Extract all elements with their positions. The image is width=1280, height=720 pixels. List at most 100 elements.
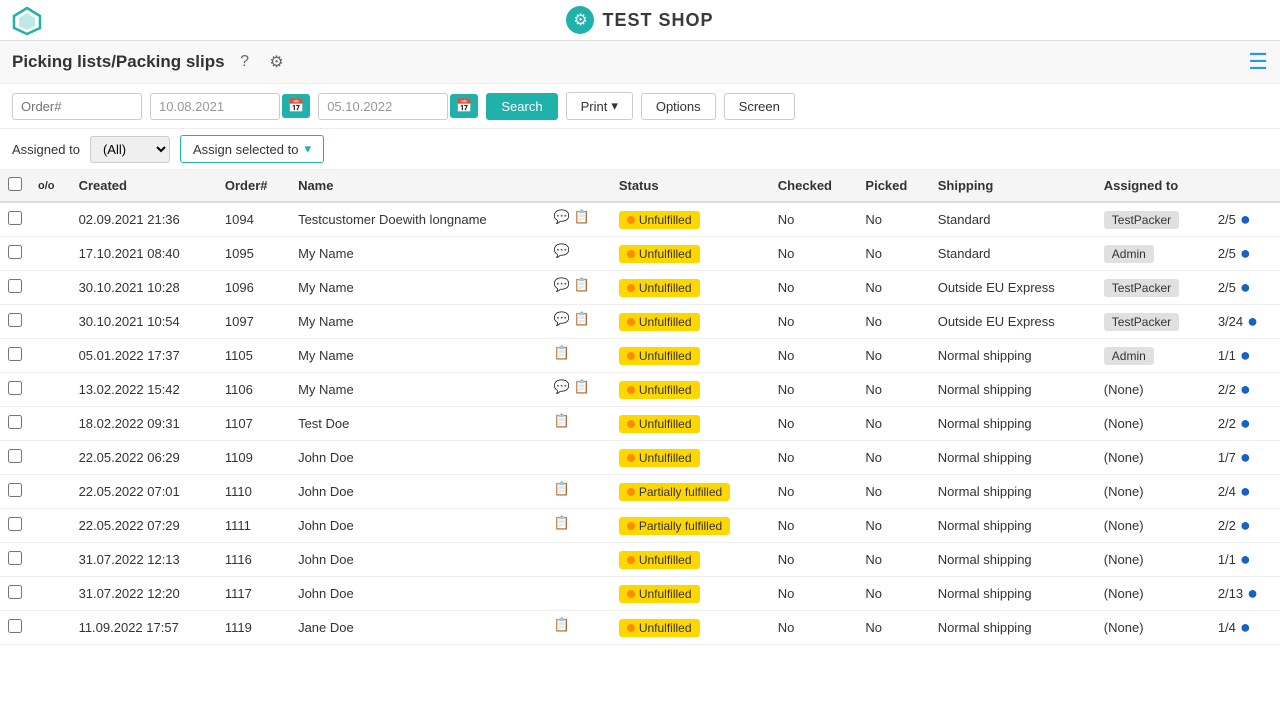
row-checkbox[interactable] <box>8 619 22 633</box>
comment-icon[interactable]: 💬 <box>553 277 569 293</box>
row-assigned-to: TestPacker <box>1096 271 1210 305</box>
options-button[interactable]: Options <box>641 93 716 120</box>
col-shipping[interactable]: Shipping <box>930 170 1096 202</box>
row-order-number[interactable]: 1095 <box>217 237 290 271</box>
row-order-number[interactable]: 1097 <box>217 305 290 339</box>
count-dot-button[interactable]: ● <box>1240 345 1251 366</box>
row-order-number[interactable]: 1106 <box>217 373 290 407</box>
row-shipping: Normal shipping <box>930 339 1096 373</box>
row-count: 2/5● <box>1210 271 1280 305</box>
row-status: Unfulfilled <box>611 407 770 441</box>
comment-icon[interactable]: 💬 <box>553 243 569 259</box>
count-dot-button[interactable]: ● <box>1240 549 1251 570</box>
count-dot-button[interactable]: ● <box>1240 617 1251 638</box>
row-checkbox[interactable] <box>8 313 22 327</box>
row-order-number[interactable]: 1094 <box>217 202 290 237</box>
row-shipping: Normal shipping <box>930 611 1096 645</box>
select-all-checkbox[interactable] <box>8 177 22 191</box>
col-picked[interactable]: Picked <box>857 170 929 202</box>
assigned-to-select[interactable]: (All) <box>90 136 170 163</box>
date-to-calendar-button[interactable]: 📅 <box>450 94 478 118</box>
row-picked: No <box>857 373 929 407</box>
row-order-number[interactable]: 1111 <box>217 509 290 543</box>
count-dot-button[interactable]: ● <box>1240 515 1251 536</box>
count-dot-button[interactable]: ● <box>1247 583 1258 604</box>
row-checkbox[interactable] <box>8 585 22 599</box>
row-order-number[interactable]: 1110 <box>217 475 290 509</box>
search-button[interactable]: Search <box>486 93 557 120</box>
document-icon[interactable]: 📋 <box>553 515 569 531</box>
order-search-input[interactable] <box>12 93 142 120</box>
col-created[interactable]: Created <box>71 170 217 202</box>
document-icon[interactable]: 📋 <box>553 345 569 361</box>
row-order-number[interactable]: 1117 <box>217 577 290 611</box>
table-row: 05.01.2022 17:371105My Name📋UnfulfilledN… <box>0 339 1280 373</box>
status-badge: Unfulfilled <box>619 551 700 569</box>
table-row: 13.02.2022 15:421106My Name💬📋Unfulfilled… <box>0 373 1280 407</box>
page-header-left: Picking lists/Packing slips ? ⚙ <box>12 50 289 74</box>
settings-button[interactable]: ⚙ <box>265 50 289 74</box>
comment-icon[interactable]: 💬 <box>553 379 569 395</box>
screen-button[interactable]: Screen <box>724 93 795 120</box>
row-order-number[interactable]: 1109 <box>217 441 290 475</box>
row-status: Unfulfilled <box>611 339 770 373</box>
row-checkbox-cell <box>0 202 30 237</box>
row-customer-name: My Name <box>290 271 545 305</box>
count-dot-button[interactable]: ● <box>1240 481 1251 502</box>
count-dot-button[interactable]: ● <box>1240 209 1251 230</box>
row-checkbox[interactable] <box>8 449 22 463</box>
row-checkbox-cell <box>0 407 30 441</box>
comment-icon[interactable]: 💬 <box>553 311 569 327</box>
print-button[interactable]: Print ▾ <box>566 92 633 120</box>
document-icon[interactable]: 📋 <box>553 617 569 633</box>
row-order-number[interactable]: 1096 <box>217 271 290 305</box>
row-customer-name: My Name <box>290 373 545 407</box>
row-checkbox[interactable] <box>8 211 22 225</box>
row-checkbox[interactable] <box>8 245 22 259</box>
count-text: 2/5 <box>1218 212 1236 227</box>
row-checkbox[interactable] <box>8 381 22 395</box>
col-order[interactable]: Order# <box>217 170 290 202</box>
document-icon[interactable]: 📋 <box>574 277 590 293</box>
document-icon[interactable]: 📋 <box>574 379 590 395</box>
row-checkbox[interactable] <box>8 415 22 429</box>
row-order-number[interactable]: 1105 <box>217 339 290 373</box>
row-action-icons: 💬📋 <box>545 271 610 299</box>
col-status[interactable]: Status <box>611 170 770 202</box>
row-checkbox[interactable] <box>8 483 22 497</box>
help-button[interactable]: ? <box>233 50 257 74</box>
date-from-calendar-button[interactable]: 📅 <box>282 94 310 118</box>
row-checkbox[interactable] <box>8 517 22 531</box>
document-icon[interactable]: 📋 <box>574 209 590 225</box>
assign-selected-button[interactable]: Assign selected to ▾ <box>180 135 324 163</box>
row-order-number[interactable]: 1119 <box>217 611 290 645</box>
count-dot-button[interactable]: ● <box>1240 413 1251 434</box>
row-order-number[interactable]: 1116 <box>217 543 290 577</box>
document-icon[interactable]: 📋 <box>574 311 590 327</box>
count-dot-button[interactable]: ● <box>1240 447 1251 468</box>
count-dot-button[interactable]: ● <box>1247 311 1258 332</box>
row-action-icons: 💬📋 <box>545 305 610 333</box>
row-checkbox[interactable] <box>8 279 22 293</box>
row-count: 3/24● <box>1210 305 1280 339</box>
hamburger-menu-button[interactable]: ☰ <box>1248 49 1268 75</box>
row-order-number[interactable]: 1107 <box>217 407 290 441</box>
count-dot-button[interactable]: ● <box>1240 379 1251 400</box>
row-checkbox[interactable] <box>8 551 22 565</box>
row-oo <box>30 611 71 645</box>
document-icon[interactable]: 📋 <box>553 481 569 497</box>
col-assigned-to[interactable]: Assigned to <box>1096 170 1210 202</box>
count-dot-button[interactable]: ● <box>1240 277 1251 298</box>
document-icon[interactable]: 📋 <box>553 413 569 429</box>
col-name[interactable]: Name <box>290 170 545 202</box>
comment-icon[interactable]: 💬 <box>553 209 569 225</box>
row-picked: No <box>857 543 929 577</box>
orders-table: o/o Created Order# Name Status Checked P… <box>0 170 1280 645</box>
date-from-input[interactable] <box>150 93 280 120</box>
count-dot-button[interactable]: ● <box>1240 243 1251 264</box>
col-checked[interactable]: Checked <box>770 170 858 202</box>
date-to-input[interactable] <box>318 93 448 120</box>
shop-title: TEST SHOP <box>602 10 713 31</box>
row-checkbox[interactable] <box>8 347 22 361</box>
row-checked: No <box>770 441 858 475</box>
